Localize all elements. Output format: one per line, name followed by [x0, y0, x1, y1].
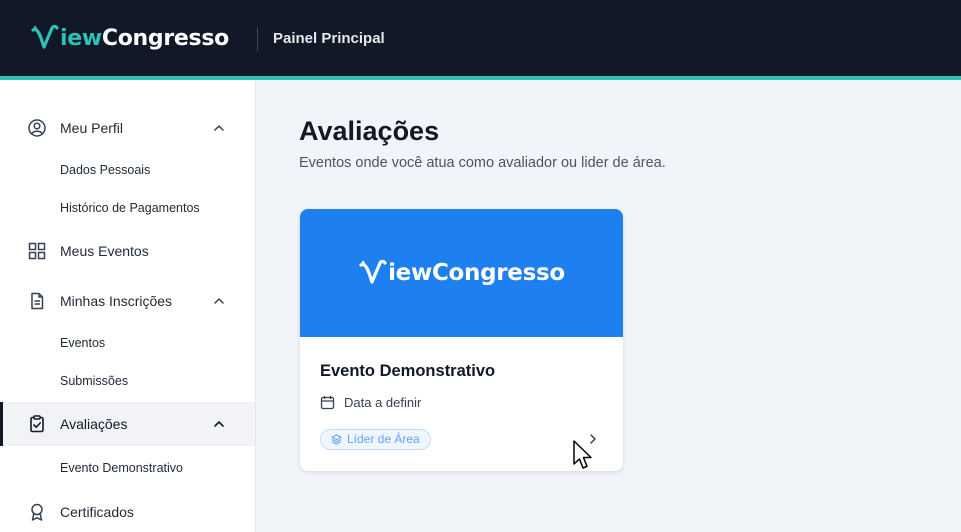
- banner-logo-part1: iew: [388, 260, 432, 286]
- badge-label: Líder de Área: [347, 432, 420, 446]
- mouse-cursor-icon: [573, 440, 592, 469]
- sidebar-item-meu-perfil[interactable]: Meu Perfil: [0, 106, 255, 150]
- sidebar-subitem-evento-demonstrativo[interactable]: Evento Demonstrativo: [60, 461, 183, 475]
- layers-icon: [331, 434, 342, 445]
- sidebar-subitem-dados-pessoais[interactable]: Dados Pessoais: [60, 163, 150, 177]
- grid-icon: [28, 242, 46, 260]
- top-header: iewCongresso Painel Principal: [0, 0, 961, 80]
- event-card[interactable]: iewCongresso Evento Demonstrativo Data a…: [300, 209, 623, 471]
- award-icon: [31, 503, 43, 521]
- chevron-up-icon[interactable]: [213, 418, 225, 430]
- sidebar-item-certificados[interactable]: Certificados: [0, 490, 255, 532]
- sidebar-item-label: Certificados: [60, 504, 134, 520]
- sidebar-item-minhas-inscricoes[interactable]: Minhas Inscrições: [0, 279, 255, 323]
- sidebar-subitem-submissoes[interactable]: Submissões: [60, 374, 128, 388]
- header-divider: [257, 27, 258, 51]
- chevron-up-icon[interactable]: [213, 295, 225, 307]
- logo-v-icon: [31, 24, 59, 49]
- role-badge: Líder de Área: [320, 429, 431, 450]
- sidebar-item-label: Meu Perfil: [60, 120, 124, 136]
- logo-text-part1: iew: [60, 25, 102, 51]
- sidebar-subitem-eventos[interactable]: Eventos: [60, 336, 105, 350]
- sidebar-subitem-historico-pagamentos[interactable]: Histórico de Pagamentos: [60, 201, 200, 215]
- logo-v-icon: [359, 259, 387, 284]
- sidebar-item-label: Meus Eventos: [60, 243, 149, 259]
- app-logo[interactable]: iewCongresso: [30, 22, 229, 54]
- page-title: Avaliações: [299, 116, 440, 146]
- logo-text-part2: Congresso: [101, 25, 229, 51]
- card-banner: iewCongresso: [300, 209, 623, 337]
- sidebar-item-label: Minhas Inscrições: [60, 293, 173, 309]
- calendar-icon: [320, 396, 335, 410]
- page-subtitle: Eventos onde você atua como avaliador ou…: [299, 155, 666, 171]
- sidebar-item-meus-eventos[interactable]: Meus Eventos: [0, 229, 255, 273]
- card-date: Data a definir: [344, 395, 422, 410]
- clipboard-check-icon: [30, 415, 44, 433]
- banner-logo-part2: Congresso: [431, 260, 565, 286]
- sidebar: Meu Perfil Dados Pessoais Histórico de P…: [0, 80, 256, 532]
- chevron-up-icon[interactable]: [213, 122, 225, 134]
- card-title: Evento Demonstrativo: [320, 362, 496, 380]
- header-title: Painel Principal: [273, 30, 385, 47]
- document-icon: [31, 292, 44, 310]
- user-circle-icon: [28, 119, 46, 137]
- sidebar-item-avaliacoes[interactable]: Avaliações: [0, 402, 255, 446]
- sidebar-item-label: Avaliações: [60, 416, 128, 432]
